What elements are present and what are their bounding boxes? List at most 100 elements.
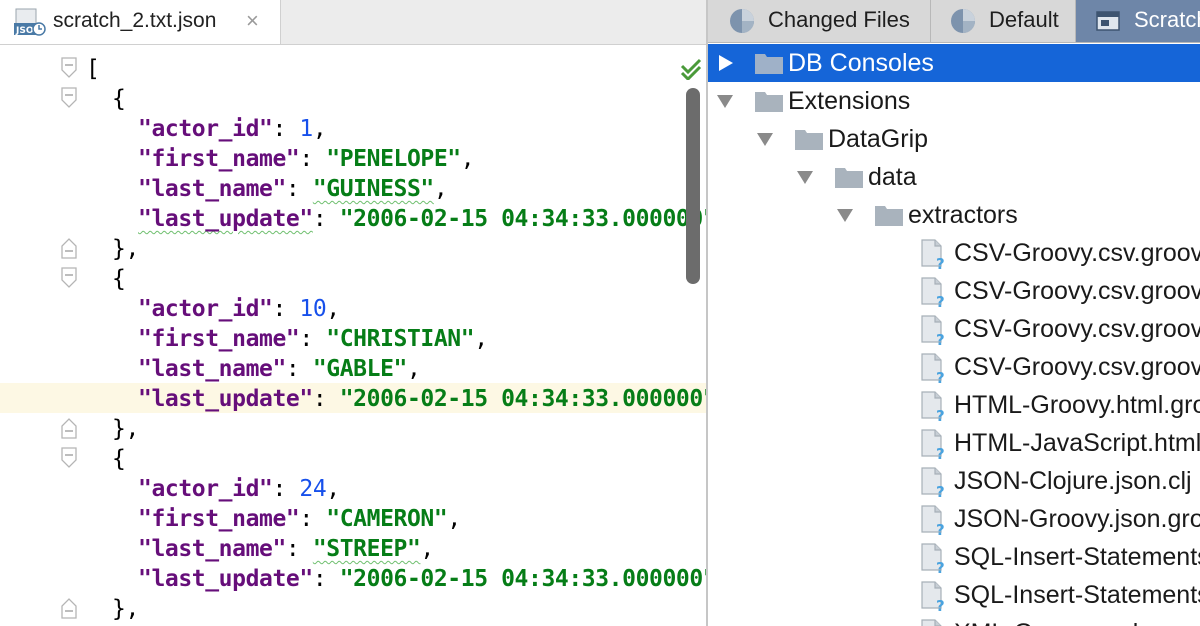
code-line[interactable]: "actor_id": 10, bbox=[0, 293, 706, 323]
tree-node-label: JSON-Groovy.json.groovy bbox=[954, 505, 1200, 533]
fold-start-icon[interactable] bbox=[59, 266, 79, 290]
fold-end-icon[interactable] bbox=[59, 416, 79, 440]
tab-scratches[interactable]: Scratches bbox=[1076, 0, 1200, 42]
json-key: "last_update" bbox=[138, 566, 313, 592]
tree-folder-node[interactable]: data bbox=[708, 158, 1200, 196]
json-punctuation: , bbox=[406, 356, 421, 382]
chevron-down-icon[interactable] bbox=[716, 93, 734, 109]
chevron-down-icon[interactable] bbox=[836, 207, 854, 223]
code-line[interactable]: "last_name": "STREEP", bbox=[0, 533, 706, 563]
tree-file-node[interactable]: ? JSON-Groovy.json.groovy bbox=[708, 500, 1200, 539]
code-line[interactable]: "actor_id": 1, bbox=[0, 113, 706, 143]
svg-text:?: ? bbox=[936, 521, 945, 536]
editor-tab-scratch-file[interactable]: JSO scratch_2.txt.json × bbox=[0, 0, 281, 44]
tree-file-node[interactable]: ? CSV-Groovy.csv.groovy bbox=[708, 348, 1200, 387]
code-line-text: "last_name": "STREEP", bbox=[138, 536, 434, 562]
editor-scrollbar-thumb[interactable] bbox=[686, 88, 700, 284]
tree-file-node[interactable]: ? CSV-Groovy.csv.groovy bbox=[708, 272, 1200, 311]
code-line[interactable]: }, bbox=[0, 233, 706, 263]
json-punctuation: , bbox=[326, 476, 340, 502]
fold-end-icon[interactable] bbox=[59, 596, 79, 620]
unknown-file-icon: ? bbox=[920, 542, 950, 577]
code-line[interactable]: "first_name": "PENELOPE", bbox=[0, 143, 706, 173]
code-line-text: { bbox=[112, 266, 126, 292]
code-line[interactable]: "first_name": "CHRISTIAN", bbox=[0, 323, 706, 353]
code-line[interactable]: { bbox=[0, 263, 706, 293]
code-line[interactable]: }, bbox=[0, 593, 706, 623]
unknown-file-icon: ? bbox=[920, 466, 950, 501]
unknown-file-icon: ? bbox=[920, 390, 950, 425]
code-line[interactable]: "last_name": "GUINESS", bbox=[0, 173, 706, 203]
unknown-file-icon: ? bbox=[920, 618, 950, 626]
tree-file-node[interactable]: ? CSV-Groovy.csv.groovy bbox=[708, 234, 1200, 273]
tab-default[interactable]: Default bbox=[931, 0, 1076, 42]
json-punctuation: , bbox=[460, 146, 475, 172]
json-string: "GUINESS" bbox=[312, 176, 434, 202]
json-string: "2006-02-15 04:34:33.000000" bbox=[339, 206, 706, 232]
close-icon[interactable]: × bbox=[246, 8, 259, 34]
unknown-file-icon: ? bbox=[920, 504, 950, 539]
tree-file-node[interactable]: ? HTML-JavaScript.html.js bbox=[708, 424, 1200, 463]
json-punctuation: }, bbox=[112, 236, 139, 262]
code-editor[interactable]: [{"actor_id": 1, "first_name": "PENELOPE"… bbox=[0, 45, 706, 626]
tree-node-label: CSV-Groovy.csv.groovy bbox=[954, 239, 1200, 267]
code-line[interactable]: "last_name": "GABLE", bbox=[0, 353, 706, 383]
unknown-file-icon: ? bbox=[920, 314, 950, 349]
json-key: "last_update" bbox=[138, 386, 313, 412]
tab-changed-files[interactable]: Changed Files bbox=[708, 0, 931, 42]
chevron-right-icon[interactable] bbox=[716, 55, 734, 71]
chevron-down-icon[interactable] bbox=[796, 169, 814, 185]
tree-node-label: CSV-Groovy.csv.groovy bbox=[954, 315, 1200, 343]
editor-tab-filename: scratch_2.txt.json bbox=[53, 9, 217, 32]
code-line[interactable]: "last_update": "2006-02-15 04:34:33.0000… bbox=[0, 203, 706, 233]
tree-file-node[interactable]: ? CSV-Groovy.csv.groovy bbox=[708, 310, 1200, 349]
tree-folder-node[interactable]: DataGrip bbox=[708, 120, 1200, 158]
tree-file-node[interactable]: ? SQL-Insert-Statements.sql.groovy bbox=[708, 576, 1200, 615]
json-string: "STREEP" bbox=[312, 536, 421, 562]
json-punctuation: : bbox=[299, 326, 327, 352]
code-line-text: }, bbox=[112, 596, 139, 622]
code-line[interactable]: { bbox=[0, 83, 706, 113]
pie-chart-icon bbox=[949, 7, 977, 35]
tree-file-node[interactable]: ? XML-Groovy.xml.groovy bbox=[708, 614, 1200, 626]
code-line[interactable]: "actor_id": 24, bbox=[0, 473, 706, 503]
code-line[interactable]: [ bbox=[0, 53, 706, 83]
svg-text:?: ? bbox=[936, 255, 945, 270]
json-punctuation: , bbox=[420, 536, 434, 562]
tree-file-node[interactable]: ? JSON-Clojure.json.clj bbox=[708, 462, 1200, 501]
code-line[interactable]: "last_update": "2006-02-15 04:34:33.0000… bbox=[0, 563, 706, 593]
tree-folder-node[interactable]: extractors bbox=[708, 196, 1200, 234]
json-string: "2006-02-15 04:34:33.000000" bbox=[339, 386, 706, 412]
fold-end-icon[interactable] bbox=[59, 236, 79, 260]
folder-icon bbox=[834, 165, 864, 189]
json-punctuation: : bbox=[299, 146, 327, 172]
json-number: 24 bbox=[299, 476, 327, 502]
tree-node-label: SQL-Insert-Statements.sql.groovy bbox=[954, 581, 1200, 609]
fold-start-icon[interactable] bbox=[59, 56, 79, 80]
tree-file-node[interactable]: ? SQL-Insert-Statements.sql.groovy bbox=[708, 538, 1200, 577]
project-tree[interactable]: DB Consoles Extensions DataGrip data extract… bbox=[708, 43, 1200, 626]
tree-folder-node[interactable]: Extensions bbox=[708, 82, 1200, 120]
unknown-file-icon: ? bbox=[920, 428, 950, 463]
json-punctuation: : bbox=[272, 476, 300, 502]
tree-file-node[interactable]: ? HTML-Groovy.html.groovy bbox=[708, 386, 1200, 425]
code-line[interactable]: "first_name": "CAMERON", bbox=[0, 503, 706, 533]
unknown-file-icon: ? bbox=[920, 276, 950, 311]
code-line[interactable]: }, bbox=[0, 413, 706, 443]
green-check-icon[interactable] bbox=[680, 58, 702, 82]
fold-start-icon[interactable] bbox=[59, 446, 79, 470]
tree-node-label: SQL-Insert-Statements.sql.groovy bbox=[954, 543, 1200, 571]
code-line[interactable]: { bbox=[0, 443, 706, 473]
folder-icon bbox=[874, 203, 904, 227]
json-key: "first_name" bbox=[138, 506, 300, 532]
tree-folder-node[interactable]: DB Consoles bbox=[708, 44, 1200, 82]
json-punctuation: : bbox=[312, 206, 340, 232]
code-line-text: "last_name": "GUINESS", bbox=[138, 176, 448, 202]
scratches-window-icon bbox=[1094, 7, 1122, 35]
chevron-down-icon[interactable] bbox=[756, 131, 774, 147]
fold-start-icon[interactable] bbox=[59, 86, 79, 110]
code-line-text: "last_name": "GABLE", bbox=[138, 356, 421, 382]
code-line[interactable]: "last_update": "2006-02-15 04:34:33.0000… bbox=[0, 383, 706, 413]
json-punctuation: , bbox=[312, 116, 327, 142]
json-number: 1 bbox=[299, 116, 313, 142]
